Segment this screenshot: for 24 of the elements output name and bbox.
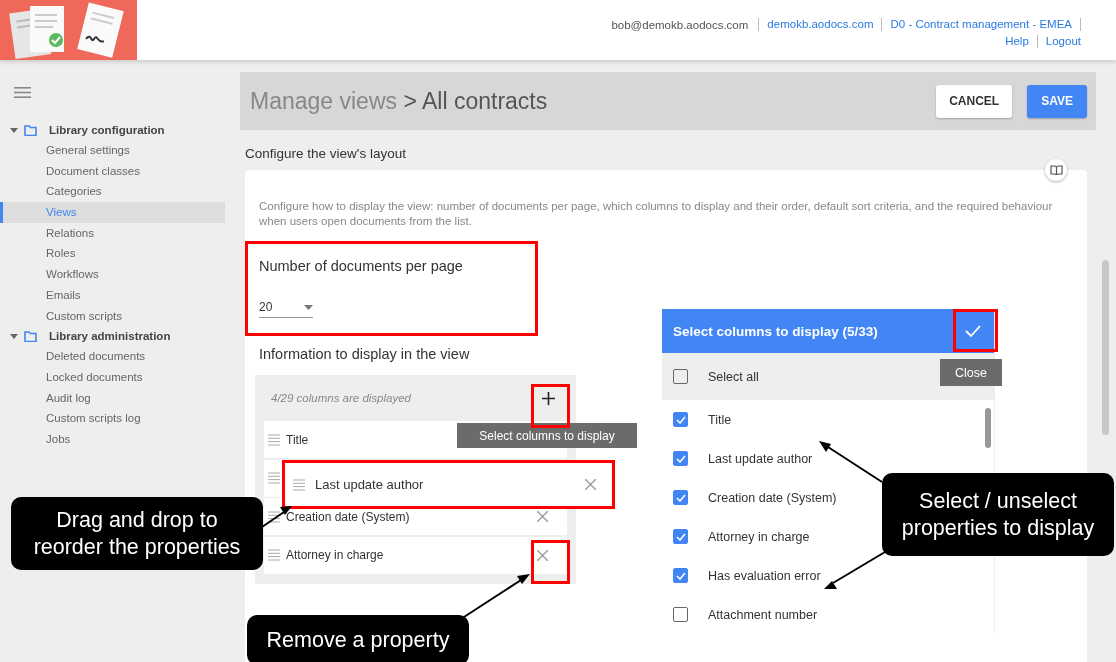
column-name: Title: [286, 432, 309, 447]
checkbox-label: Title: [708, 412, 732, 427]
tooltip: Close: [940, 359, 1002, 386]
checkbox-label: Attachment number: [708, 607, 818, 622]
description-text: Configure how to display the view: number of documents per page, which columns to display and their order, default sort criteria, and the required behaviour when users open documents from the list.: [259, 199, 1054, 229]
callout: Remove a property: [247, 615, 469, 662]
checkbox-label: Last update author: [708, 451, 813, 466]
checkbox-label: Attorney in charge: [708, 529, 810, 544]
column-name: Attorney in charge: [286, 548, 384, 562]
tooltip: Select columns to display: [457, 423, 637, 448]
checkbox-label: Has evaluation error: [708, 568, 821, 583]
callout: Select / unselect properties to display: [882, 473, 1114, 556]
checkbox-label: Select all: [708, 369, 759, 384]
column-name: Last update author: [315, 477, 424, 492]
section-heading: Information to display in the view: [258, 345, 471, 362]
page-title: > All contracts: [403, 87, 548, 114]
section-title: Configure the view's layout: [244, 145, 407, 163]
columns-count: 4/29 columns are displayed: [270, 392, 411, 404]
user-email: bob@demokb.aodocs.com: [611, 18, 750, 31]
picker-title: Select columns to display (5/33): [673, 323, 878, 339]
checkbox-label: Creation date (System): [708, 490, 837, 505]
field-label: Number of documents per page: [259, 258, 464, 274]
callout: Drag and drop to reorder the properties: [11, 497, 263, 570]
column-name: Creation date (System): [286, 509, 410, 524]
